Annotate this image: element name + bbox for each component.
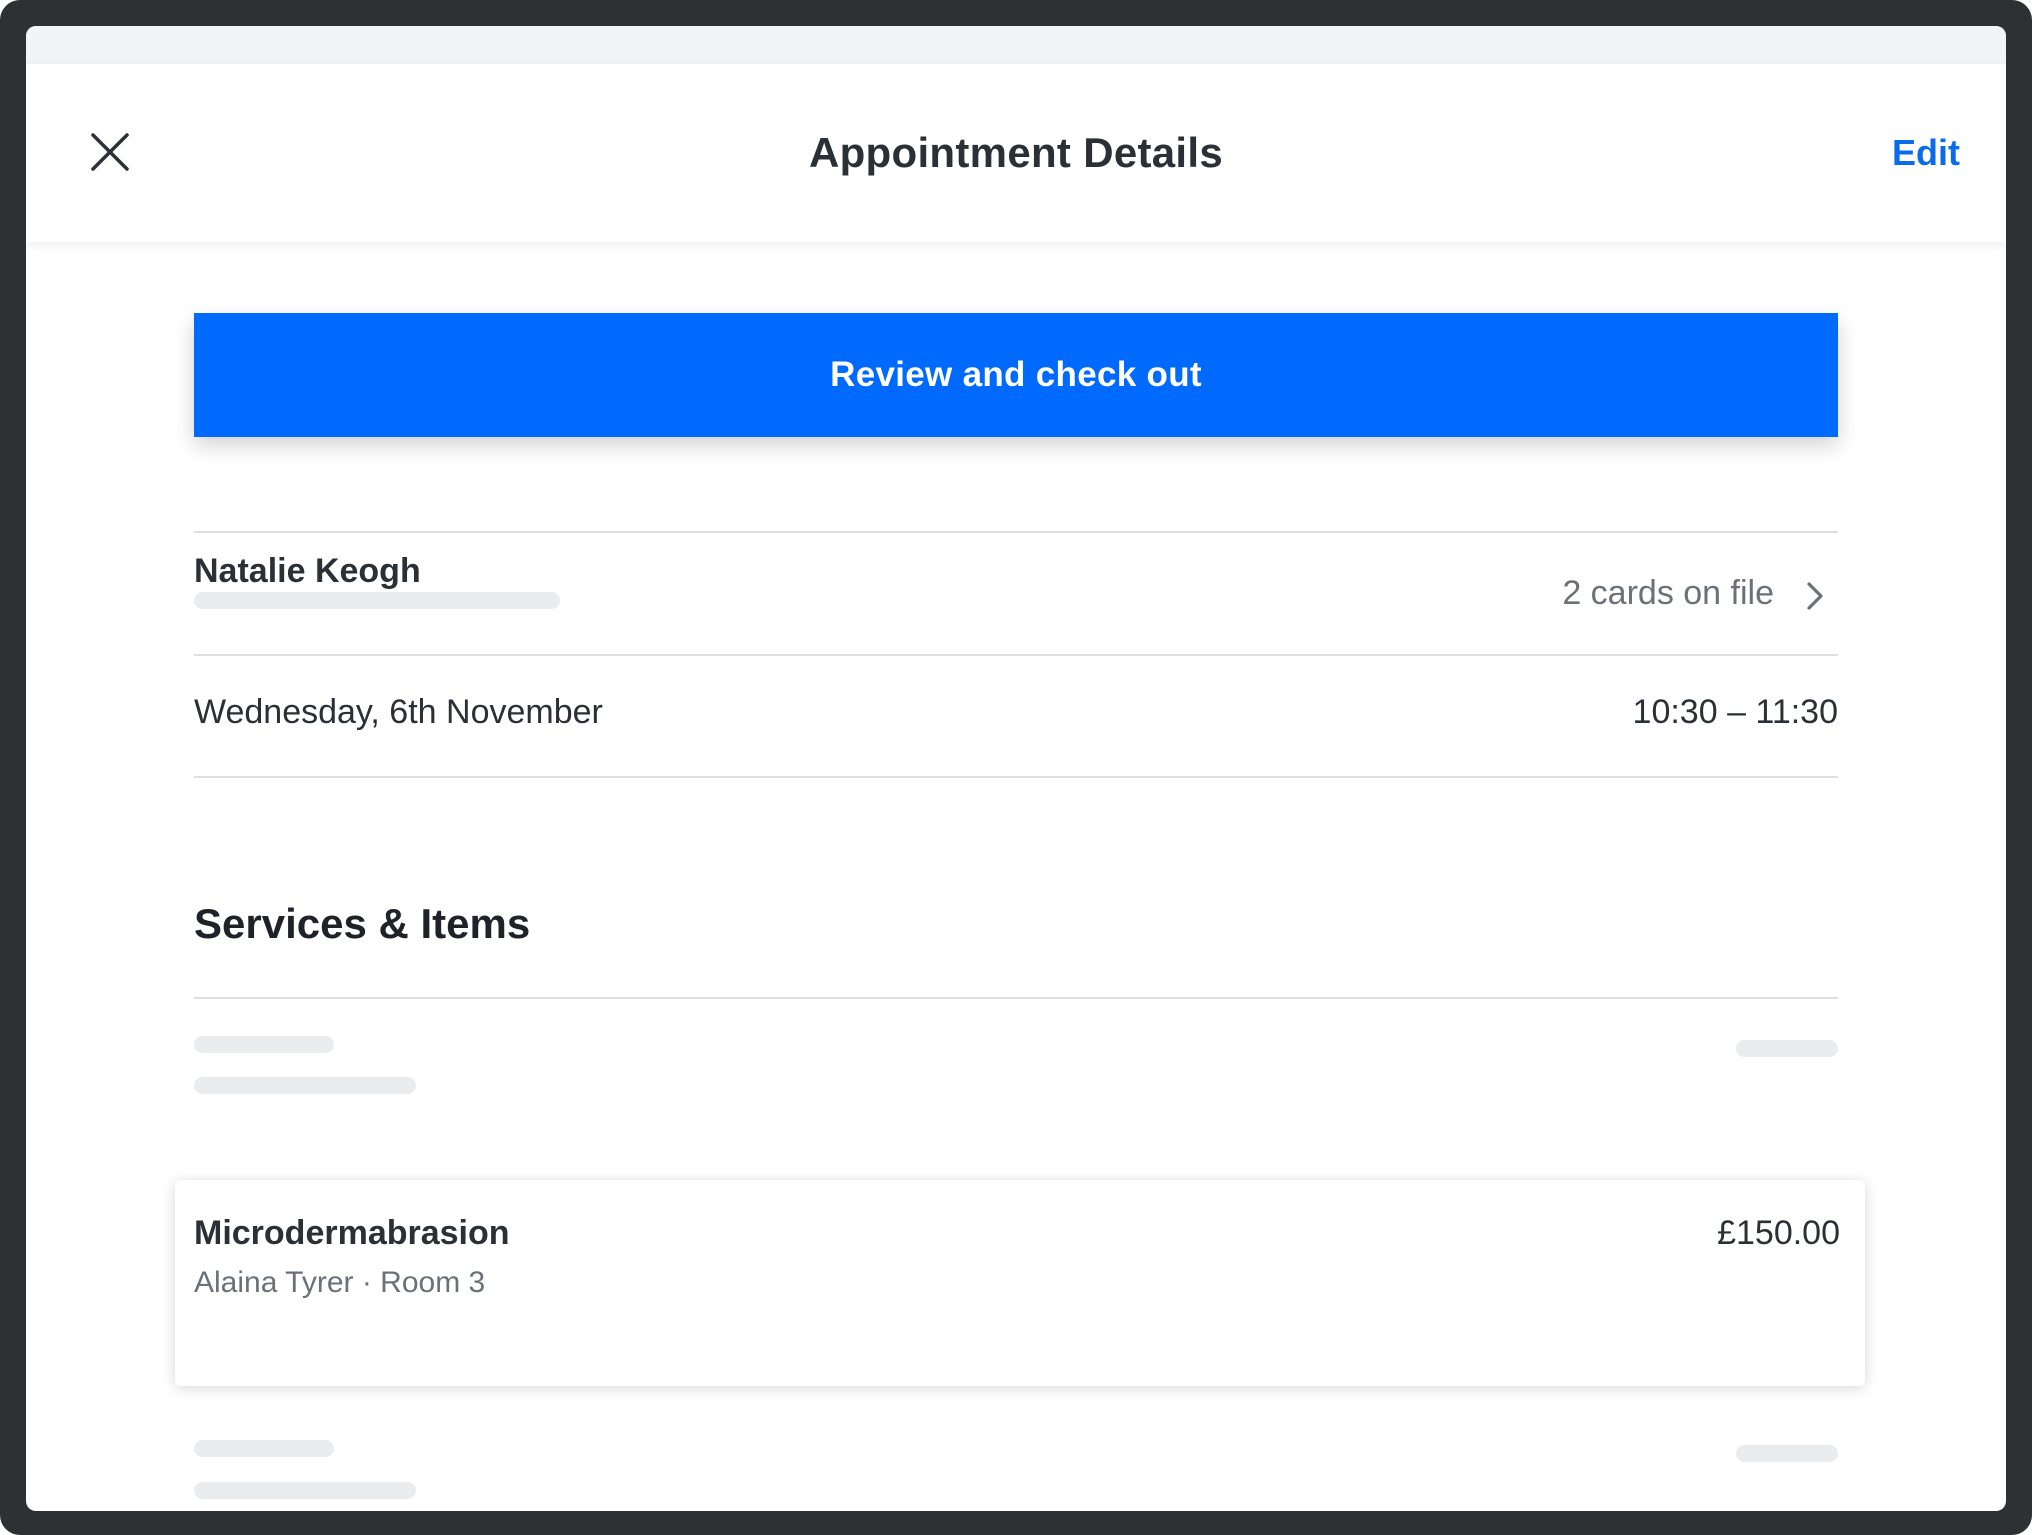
review-checkout-button[interactable]: Review and check out: [194, 313, 1838, 437]
placeholder-price: [1736, 1040, 1838, 1057]
appointment-time-row: Wednesday, 6th November 10:30 – 11:30: [194, 655, 1838, 777]
page-title: Appointment Details: [808, 129, 1224, 176]
placeholder-price: [1736, 1445, 1838, 1462]
divider: [194, 997, 1838, 999]
service-staff-room: Alaina Tyrer · Room 3: [194, 1266, 486, 1299]
placeholder-line: [194, 1077, 416, 1094]
device-frame: Appointment Details Edit Review and chec…: [0, 0, 2032, 1535]
customer-detail-placeholder: [194, 592, 560, 609]
status-bar: [26, 26, 2006, 64]
customer-name: Natalie Keogh: [194, 552, 421, 590]
cards-on-file-label: 2 cards on file: [1562, 574, 1774, 612]
service-name: Microdermabrasion: [194, 1214, 510, 1252]
service-item-card[interactable]: Microdermabrasion Alaina Tyrer · Room 3 …: [175, 1180, 1865, 1386]
placeholder-line: [194, 1440, 334, 1457]
services-section-title: Services & Items: [194, 900, 531, 947]
placeholder-line: [194, 1482, 416, 1499]
customer-row[interactable]: Natalie Keogh 2 cards on file: [194, 532, 1838, 654]
appointment-date: Wednesday, 6th November: [194, 693, 603, 731]
app-screen: Appointment Details Edit Review and chec…: [26, 26, 2006, 1511]
chevron-right-icon: [1807, 582, 1823, 610]
divider: [194, 776, 1838, 778]
placeholder-line: [194, 1036, 334, 1053]
main-content: Review and check out Natalie Keogh 2 car…: [26, 242, 2006, 1511]
service-price: £150.00: [1717, 1214, 1840, 1252]
navigation-header: Appointment Details Edit: [26, 64, 2006, 242]
review-checkout-label: Review and check out: [830, 355, 1202, 394]
edit-button[interactable]: Edit: [1892, 64, 1960, 242]
appointment-time: 10:30 – 11:30: [1632, 693, 1838, 731]
